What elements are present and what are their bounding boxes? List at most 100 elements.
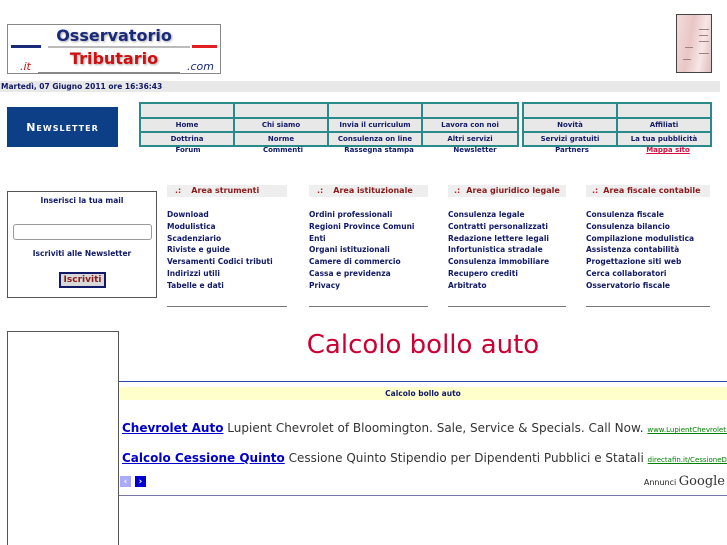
area-link[interactable]: Enti (309, 233, 428, 245)
area-link[interactable]: Consulenza fiscale (586, 209, 710, 221)
divider (119, 495, 727, 496)
ad-item: Calcolo Cessione Quinto Cessione Quinto … (122, 451, 727, 465)
ad-text: Lupient Chevrolet of Bloomington. Sale, … (227, 421, 644, 435)
area-header: .: Area giuridico legale (448, 185, 566, 197)
nav-row3-right: Partners Mappa sito (524, 146, 716, 154)
area-link[interactable]: Consulenza legale (448, 209, 566, 221)
ad-text: Cessione Quinto Stipendio per Dipendenti… (288, 451, 644, 465)
area-link[interactable]: Scadenziario (167, 233, 287, 245)
left-sidebar-box (7, 331, 119, 545)
main-nav-grid: Home Chi siamo Invia il curriculum Lavor… (139, 102, 519, 147)
logo-suffix-it: .it (20, 60, 31, 73)
logo-line1: Osservatorio (56, 26, 172, 45)
logo-suffix-com: .com (187, 60, 214, 73)
area-header: .: Area fiscale contabile (586, 185, 710, 197)
area-link[interactable]: Download (167, 209, 287, 221)
nav-spacer (618, 104, 712, 119)
secondary-nav-grid: Novità Affiliati Servizi gratuiti La tua… (522, 102, 712, 147)
nav-invia-curriculum[interactable]: Invia il curriculum (329, 119, 423, 133)
area-link[interactable]: Arbitrato (448, 280, 566, 292)
nav-lavora-con-noi[interactable]: Lavora con noi (423, 119, 519, 133)
site-logo[interactable]: Osservatorio Tributario .it .com (7, 24, 221, 74)
bullet-icon: .: (592, 186, 599, 195)
nav-commenti[interactable]: Commenti (235, 146, 331, 154)
nav-novita[interactable]: Novità (524, 119, 618, 133)
nav-rassegna-stampa[interactable]: Rassegna stampa (331, 146, 427, 154)
area-link[interactable]: Modulistica (167, 221, 287, 233)
newspaper-image (676, 14, 712, 73)
nav-row3-left: Forum Commenti Rassegna stampa Newslette… (141, 146, 523, 154)
area-header: .: Area istituzionale (309, 185, 428, 197)
area-istituzionale: .: Area istituzionale Ordini professional… (309, 185, 428, 307)
area-link[interactable]: Osservatorio fiscale (586, 280, 710, 292)
subscribe-caption: Iscriviti alle Newsletter (32, 249, 132, 258)
newsletter-banner[interactable]: Newsletter (7, 107, 118, 147)
area-link[interactable]: Recupero crediti (448, 268, 566, 280)
nav-newsletter[interactable]: Newsletter (427, 146, 523, 154)
ads-by-google-link[interactable]: Annunci Google (644, 474, 725, 489)
current-date: Martedì, 07 Giugno 2011 ore 16:36:43 (0, 81, 720, 92)
divider (167, 305, 287, 307)
chevron-left-icon[interactable]: ‹ (120, 476, 131, 487)
area-link[interactable]: Privacy (309, 280, 428, 292)
area-link[interactable]: Indirizzi utili (167, 268, 287, 280)
ad-title-link[interactable]: Calcolo Cessione Quinto (122, 451, 285, 465)
newsletter-subscribe-box: Inserisci la tua mail Iscriviti alle New… (7, 191, 157, 298)
ads-label: Annunci (643, 478, 677, 487)
area-link[interactable]: Riviste e guide (167, 244, 287, 256)
area-link[interactable]: Tabelle e dati (167, 280, 287, 292)
nav-mappa-sito[interactable]: Mappa sito (620, 146, 716, 154)
nav-consulenza-online[interactable]: Consulenza on line (329, 133, 423, 147)
area-link[interactable]: Compilazione modulistica (586, 233, 710, 245)
logo-decor (192, 45, 217, 48)
area-link[interactable]: Cassa e previdenza (309, 268, 428, 280)
area-giuridico-legale: .: Area giuridico legale Consulenza legal… (448, 185, 566, 307)
logo-decor (11, 45, 41, 48)
area-link[interactable]: Consulenza immobiliare (448, 256, 566, 268)
nav-spacer (235, 104, 329, 119)
area-link[interactable]: Infortunistica stradale (448, 244, 566, 256)
area-link[interactable]: Versamenti Codici tributi (167, 256, 287, 268)
page-title: Calcolo bollo auto (306, 330, 540, 360)
email-label: Inserisci la tua mail (40, 196, 124, 205)
nav-tua-pubblicita[interactable]: La tua pubblicità (618, 133, 712, 147)
area-link[interactable]: Progettazione siti web (586, 256, 710, 268)
area-title: Area fiscale contabile (603, 186, 701, 195)
nav-servizi-gratuiti[interactable]: Servizi gratuiti (524, 133, 618, 147)
area-link[interactable]: Camere di commercio (309, 256, 428, 268)
section-bar: Calcolo bollo auto (119, 387, 727, 400)
area-link[interactable]: Consulenza bilancio (586, 221, 710, 233)
ad-pagination: ‹ › (120, 476, 146, 487)
area-link[interactable]: Ordini professionali (309, 209, 428, 221)
ad-title-link[interactable]: Chevrolet Auto (122, 421, 223, 435)
nav-chi-siamo[interactable]: Chi siamo (235, 119, 329, 133)
area-title: Area giuridico legale (466, 186, 560, 195)
nav-norme[interactable]: Norme (235, 133, 329, 147)
bullet-icon: .: (454, 186, 461, 195)
ad-url-link[interactable]: directafin.it/CessioneDe (648, 456, 727, 464)
bullet-icon: .: (317, 186, 324, 195)
nav-altri-servizi[interactable]: Altri servizi (423, 133, 519, 147)
email-input[interactable] (13, 224, 152, 240)
area-link[interactable]: Redazione lettere legali (448, 233, 566, 245)
area-link[interactable]: Regioni Province Comuni (309, 221, 428, 233)
nav-affiliati[interactable]: Affiliati (618, 119, 712, 133)
divider (448, 305, 566, 307)
nav-spacer (524, 104, 618, 119)
divider (309, 305, 428, 307)
area-title: Area strumenti (191, 186, 260, 195)
area-fiscale-contabile: .: Area fiscale contabile Consulenza fisc… (586, 185, 710, 307)
divider (119, 381, 727, 382)
ad-url-link[interactable]: www.LupientChevrolet.cc (647, 426, 727, 434)
nav-spacer (423, 104, 519, 119)
nav-forum[interactable]: Forum (141, 146, 235, 154)
area-link[interactable]: Contratti personalizzati (448, 221, 566, 233)
chevron-right-icon[interactable]: › (135, 476, 146, 487)
area-link[interactable]: Organi istituzionali (309, 244, 428, 256)
nav-home[interactable]: Home (141, 119, 235, 133)
subscribe-button[interactable]: Iscriviti (59, 272, 106, 288)
area-link[interactable]: Assistenza contabilità (586, 244, 710, 256)
nav-dottrina[interactable]: Dottrina (141, 133, 235, 147)
area-link[interactable]: Cerca collaboratori (586, 268, 710, 280)
nav-partners[interactable]: Partners (524, 146, 620, 154)
